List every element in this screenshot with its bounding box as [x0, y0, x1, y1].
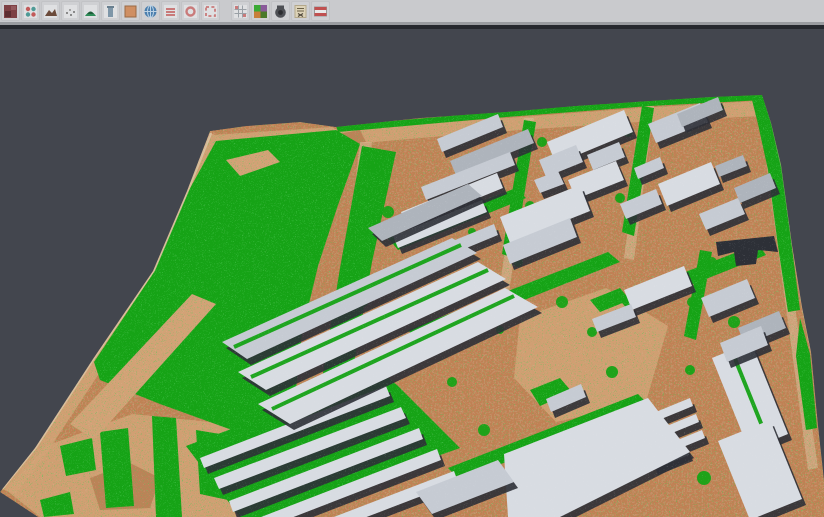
- terrain-mesh: [0, 90, 824, 517]
- grid-tool-icon[interactable]: [231, 1, 250, 21]
- classification-palette-icon[interactable]: [251, 1, 270, 21]
- photo-tool-icon[interactable]: [1, 1, 20, 21]
- circle-select-icon[interactable]: [181, 1, 200, 21]
- report-icon[interactable]: [291, 1, 310, 21]
- globe-icon[interactable]: [141, 1, 160, 21]
- toolbar: [0, 0, 824, 22]
- fence-select-icon[interactable]: [201, 1, 220, 21]
- viewport-top-border: [0, 25, 824, 29]
- viewport-3d-scene[interactable]: [0, 0, 824, 517]
- camera-view-icon[interactable]: [271, 1, 290, 21]
- flag-sections-icon[interactable]: [311, 1, 330, 21]
- low-points-icon[interactable]: [61, 1, 80, 21]
- building-class-icon[interactable]: [101, 1, 120, 21]
- vegetation-class-icon[interactable]: [81, 1, 100, 21]
- ground-surface-icon[interactable]: [41, 1, 60, 21]
- profile-lines-icon[interactable]: [161, 1, 180, 21]
- application-window: [0, 0, 824, 517]
- tie-points-icon[interactable]: [21, 1, 40, 21]
- toolbar-group-separator: [221, 2, 231, 20]
- ground-class-icon[interactable]: [121, 1, 140, 21]
